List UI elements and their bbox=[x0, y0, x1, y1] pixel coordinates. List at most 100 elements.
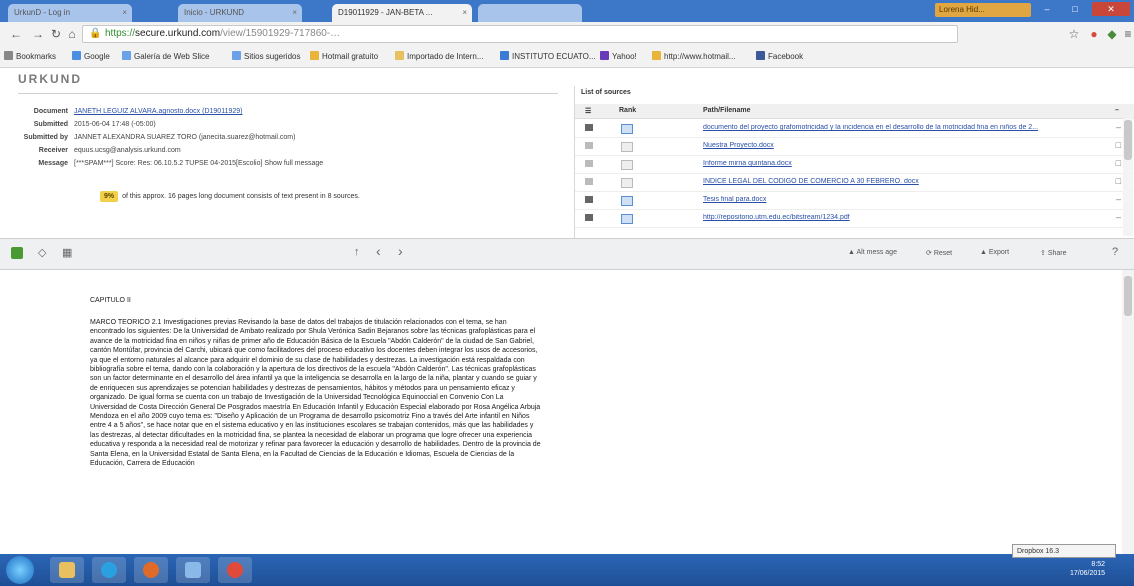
detail-label: Submitted by bbox=[23, 134, 68, 141]
share-button[interactable]: ⇪ Share bbox=[1040, 249, 1067, 257]
help-icon[interactable]: ? bbox=[1112, 246, 1118, 258]
sources-scrollbar-thumb[interactable] bbox=[1124, 120, 1132, 160]
divider bbox=[18, 93, 558, 94]
grid-icon[interactable]: ▦ bbox=[62, 246, 72, 259]
close-window-icon[interactable]: ✕ bbox=[1092, 2, 1130, 16]
export-label: Export bbox=[988, 249, 1010, 256]
bookmark-label: Yahoo! bbox=[612, 52, 637, 61]
google-icon bbox=[72, 51, 81, 60]
source-path[interactable]: Tesis final para.docx bbox=[703, 196, 1103, 203]
export-button[interactable]: ▲ Export bbox=[980, 249, 1009, 256]
back-icon[interactable]: ← bbox=[8, 26, 24, 42]
bookmark-item[interactable]: Yahoo! bbox=[600, 51, 637, 61]
tab-new[interactable] bbox=[478, 4, 582, 22]
source-row[interactable]: Nuestra Proyecto.docx □ bbox=[575, 137, 1134, 156]
star-icon[interactable]: ☆ bbox=[1066, 26, 1082, 42]
extension-icon[interactable]: ● bbox=[1086, 26, 1102, 42]
checkbox-icon[interactable] bbox=[585, 196, 593, 203]
source-path[interactable]: Informe mirna quintana.docx bbox=[703, 160, 1103, 167]
bookmark-item[interactable]: INSTITUTO ECUATO... bbox=[500, 51, 596, 61]
alert-button[interactable]: ▲ Alt mess age bbox=[848, 249, 897, 256]
checkbox-icon[interactable] bbox=[585, 124, 593, 131]
collapse-icon[interactable]: – bbox=[1116, 212, 1121, 222]
reset-button[interactable]: ⟳ Reset bbox=[926, 249, 952, 257]
url-scheme: https:// bbox=[105, 28, 136, 39]
expand-icon[interactable]: □ bbox=[1116, 158, 1121, 168]
maximize-icon[interactable]: □ bbox=[1062, 2, 1088, 16]
expand-icon[interactable]: □ bbox=[1116, 140, 1121, 150]
source-row[interactable]: Tesis final para.docx – bbox=[575, 191, 1134, 210]
bookmark-item[interactable]: Facebook bbox=[756, 51, 803, 61]
task-explorer[interactable] bbox=[92, 557, 126, 583]
column-path[interactable]: Path/Filename bbox=[703, 107, 750, 114]
source-row[interactable]: Informe mirna quintana.docx □ bbox=[575, 155, 1134, 174]
url-path: /view/15901929-717860-… bbox=[220, 28, 341, 39]
urkund-logo: URKUND bbox=[18, 72, 82, 86]
forward-icon[interactable]: → bbox=[30, 26, 46, 42]
extension-icon[interactable]: ◆ bbox=[1104, 26, 1120, 42]
next-button[interactable]: › bbox=[398, 243, 403, 259]
source-path[interactable]: Nuestra Proyecto.docx bbox=[703, 142, 1103, 149]
checkbox-icon[interactable] bbox=[585, 142, 593, 149]
tab-inicio[interactable]: Inicio - URKUND × bbox=[178, 4, 302, 22]
document-icon[interactable] bbox=[11, 247, 23, 259]
source-path[interactable]: documento del proyecto grafomotricidad y… bbox=[703, 124, 1103, 131]
summary-text: of this approx. 16 pages long document c… bbox=[122, 193, 360, 200]
close-icon[interactable]: × bbox=[292, 4, 297, 22]
document-link[interactable]: JANETH LEGUIZ ALVARA.agnosto.docx (D1901… bbox=[74, 108, 242, 115]
document-link-text[interactable]: JANETH LEGUIZ ALVARA.agnosto.docx (D1901… bbox=[74, 108, 242, 115]
bookmark-item[interactable]: Sitios sugeridos bbox=[232, 51, 300, 61]
collapse-icon[interactable]: – bbox=[1115, 107, 1119, 114]
detail-label: Receiver bbox=[38, 147, 68, 154]
bookmark-item[interactable]: Importado de Intern... bbox=[395, 51, 484, 61]
rank-icon bbox=[621, 160, 633, 170]
start-button[interactable] bbox=[6, 556, 34, 584]
expand-icon[interactable]: □ bbox=[1116, 176, 1121, 186]
receiver-value: equus.ucsg@analysis.urkund.com bbox=[74, 147, 181, 154]
rank-icon bbox=[621, 178, 633, 188]
source-row[interactable]: INDICE LEGAL DEL CODIGO DE COMERCIO A 30… bbox=[575, 173, 1134, 192]
bookmark-label: Google bbox=[84, 52, 110, 61]
menu-icon[interactable]: ≡ bbox=[1120, 26, 1134, 42]
system-clock[interactable]: 8:52 17/06/2015 bbox=[1070, 560, 1105, 578]
sources-header: ☰ Rank Path/Filename – bbox=[575, 104, 1134, 119]
bookmark-item[interactable]: Google bbox=[72, 51, 110, 61]
up-icon[interactable]: ↑ bbox=[354, 246, 360, 258]
task-network[interactable] bbox=[176, 557, 210, 583]
prev-button[interactable]: ‹ bbox=[376, 243, 381, 259]
task-firefox[interactable] bbox=[134, 557, 168, 583]
checkbox-icon[interactable] bbox=[585, 214, 593, 221]
clock-time: 8:52 bbox=[1091, 561, 1106, 568]
address-bar[interactable]: 🔒 https://secure.urkund.com/view/1590192… bbox=[82, 25, 958, 43]
tab-urkund-login[interactable]: UrkunD - Log in × bbox=[8, 4, 132, 22]
collapse-icon[interactable]: – bbox=[1116, 122, 1121, 132]
bookmark-item[interactable]: Galería de Web Slice bbox=[122, 51, 209, 61]
bookmark-item[interactable]: Hotmail gratuito bbox=[310, 51, 378, 61]
bookmark-item[interactable]: http://www.hotmail... bbox=[652, 51, 736, 61]
source-row[interactable]: documento del proyecto grafomotricidad y… bbox=[575, 119, 1134, 138]
bookmark-item[interactable]: Bookmarks bbox=[4, 51, 56, 61]
detail-label: Message bbox=[38, 160, 68, 167]
tab-label: D19011929 - JAN-BETA ... bbox=[338, 8, 433, 17]
home-icon[interactable]: ⌂ bbox=[64, 26, 80, 42]
minimize-icon[interactable]: – bbox=[1034, 2, 1060, 16]
source-row[interactable]: http://repositorio.utm.edu.ec/bitstream/… bbox=[575, 209, 1134, 228]
task-ie[interactable] bbox=[50, 557, 84, 583]
reload-icon[interactable]: ↻ bbox=[48, 26, 64, 42]
checkbox-icon[interactable] bbox=[585, 178, 593, 185]
tab-document[interactable]: D19011929 - JAN-BETA ... × bbox=[332, 4, 472, 22]
source-path[interactable]: http://repositorio.utm.edu.ec/bitstream/… bbox=[703, 214, 1103, 221]
msn-icon bbox=[652, 51, 661, 60]
collapse-icon[interactable]: – bbox=[1116, 194, 1121, 204]
checkbox-icon[interactable] bbox=[585, 160, 593, 167]
page-scrollbar-thumb[interactable] bbox=[1124, 276, 1132, 316]
rank-icon bbox=[621, 214, 633, 224]
bookmark-label: Sitios sugeridos bbox=[244, 52, 301, 61]
task-chrome[interactable] bbox=[218, 557, 252, 583]
column-rank[interactable]: Rank bbox=[619, 107, 636, 114]
diamond-icon[interactable]: ◇ bbox=[38, 246, 46, 259]
clock-date: 17/06/2015 bbox=[1070, 570, 1106, 577]
source-path[interactable]: INDICE LEGAL DEL CODIGO DE COMERCIO A 30… bbox=[703, 178, 1103, 185]
close-icon[interactable]: × bbox=[122, 4, 127, 22]
close-icon[interactable]: × bbox=[462, 4, 467, 22]
